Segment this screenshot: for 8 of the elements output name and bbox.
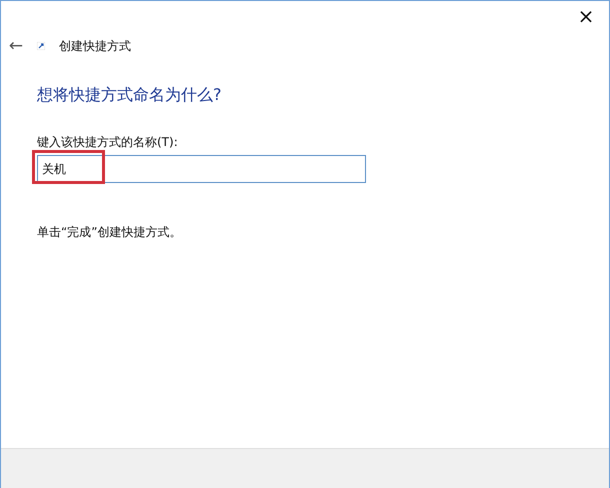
shortcut-icon (37, 42, 45, 50)
instruction-text: 单击“完成”创建快捷方式。 (37, 224, 182, 241)
field-label: 键入该快捷方式的名称(T): (37, 134, 179, 150)
wizard-title: 创建快捷方式 (59, 38, 131, 55)
name-field[interactable]: 关机 (37, 155, 366, 183)
close-button[interactable]: × (563, 1, 609, 31)
page-heading: 想将快捷方式命名为什么? (37, 84, 222, 106)
back-button[interactable]: ← (7, 38, 25, 54)
